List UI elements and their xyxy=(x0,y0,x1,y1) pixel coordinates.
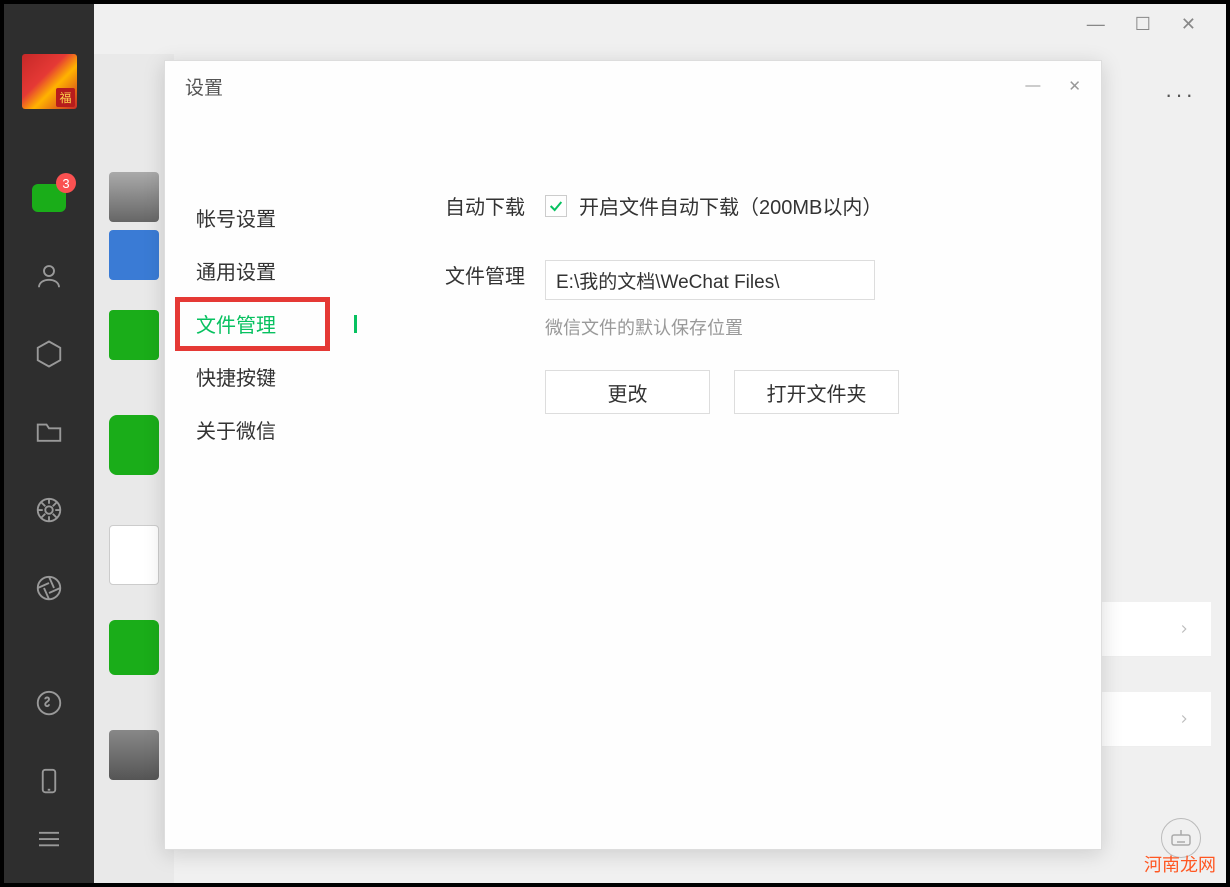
file-buttons: 更改 打开文件夹 xyxy=(545,370,1081,414)
minimize-icon[interactable]: — xyxy=(1087,14,1105,35)
dialog-controls: — ✕ xyxy=(1025,77,1081,95)
chat-list-item[interactable] xyxy=(109,620,159,675)
menu-tab[interactable] xyxy=(30,820,68,858)
auto-download-checkbox-label: 开启文件自动下载（200MB以内） xyxy=(579,191,882,220)
favorites-tab[interactable] xyxy=(30,335,68,373)
unread-badge: 3 xyxy=(56,173,76,193)
chat-tab[interactable]: 3 xyxy=(30,179,68,217)
miniprogram-tab[interactable] xyxy=(30,684,68,722)
nav-about[interactable]: 关于微信 xyxy=(190,403,355,456)
file-path-hint: 微信文件的默认保存位置 xyxy=(545,314,1081,340)
dialog-minimize-icon[interactable]: — xyxy=(1025,77,1040,95)
open-folder-button[interactable]: 打开文件夹 xyxy=(734,370,899,414)
close-icon[interactable]: ✕ xyxy=(1181,14,1196,35)
aperture-tab[interactable] xyxy=(30,569,68,607)
files-tab[interactable] xyxy=(30,413,68,451)
nav-files[interactable]: 文件管理 xyxy=(190,297,355,350)
settings-nav: 帐号设置 通用设置 文件管理 快捷按键 关于微信 xyxy=(185,191,355,456)
maximize-icon[interactable]: ☐ xyxy=(1135,14,1151,35)
dialog-close-icon[interactable]: ✕ xyxy=(1068,77,1081,95)
chat-list-item[interactable] xyxy=(109,415,159,475)
app-sidebar: 3 xyxy=(4,4,94,883)
chat-list-item[interactable] xyxy=(109,730,159,780)
settings-content: 自动下载 开启文件自动下载（200MB以内） 文件管理 E:\我的文档\WeCh… xyxy=(355,191,1081,456)
checkmark-icon xyxy=(548,198,564,214)
nav-general[interactable]: 通用设置 xyxy=(190,244,355,297)
auto-download-checkbox[interactable] xyxy=(545,195,567,217)
dialog-title: 设置 xyxy=(185,73,223,100)
chat-list-item[interactable] xyxy=(109,310,159,360)
file-path-input[interactable]: E:\我的文档\WeChat Files\ xyxy=(545,260,875,300)
chat-list xyxy=(94,54,174,883)
dialog-titlebar: 设置 — ✕ xyxy=(165,61,1101,111)
moments-tab[interactable] xyxy=(30,491,68,529)
avatar[interactable] xyxy=(22,54,77,109)
change-button[interactable]: 更改 xyxy=(545,370,710,414)
phone-tab[interactable] xyxy=(30,762,68,800)
dialog-body: 帐号设置 通用设置 文件管理 快捷按键 关于微信 自动下载 开启文件自动下载（2… xyxy=(165,111,1101,476)
chat-list-item[interactable] xyxy=(109,525,159,585)
chat-list-item[interactable] xyxy=(109,230,159,280)
row-file-mgmt: 文件管理 E:\我的文档\WeChat Files\ 微信文件的默认保存位置 更… xyxy=(445,260,1081,414)
nav-shortcuts[interactable]: 快捷按键 xyxy=(190,350,355,403)
chat-list-item[interactable] xyxy=(109,172,159,222)
file-mgmt-label: 文件管理 xyxy=(445,260,545,289)
window-titlebar: — ☐ ✕ xyxy=(1057,4,1226,44)
app-root: — ☐ ✕ 3 xyxy=(4,4,1226,883)
watermark: 河南龙网 xyxy=(1144,851,1216,877)
contacts-tab[interactable] xyxy=(30,257,68,295)
more-menu-icon[interactable]: ··· xyxy=(1165,82,1196,108)
nav-account[interactable]: 帐号设置 xyxy=(190,191,355,244)
settings-dialog: 设置 — ✕ 帐号设置 通用设置 文件管理 快捷按键 关于微信 自动下载 xyxy=(164,60,1102,850)
auto-download-label: 自动下载 xyxy=(445,191,545,220)
row-auto-download: 自动下载 开启文件自动下载（200MB以内） xyxy=(445,191,1081,220)
